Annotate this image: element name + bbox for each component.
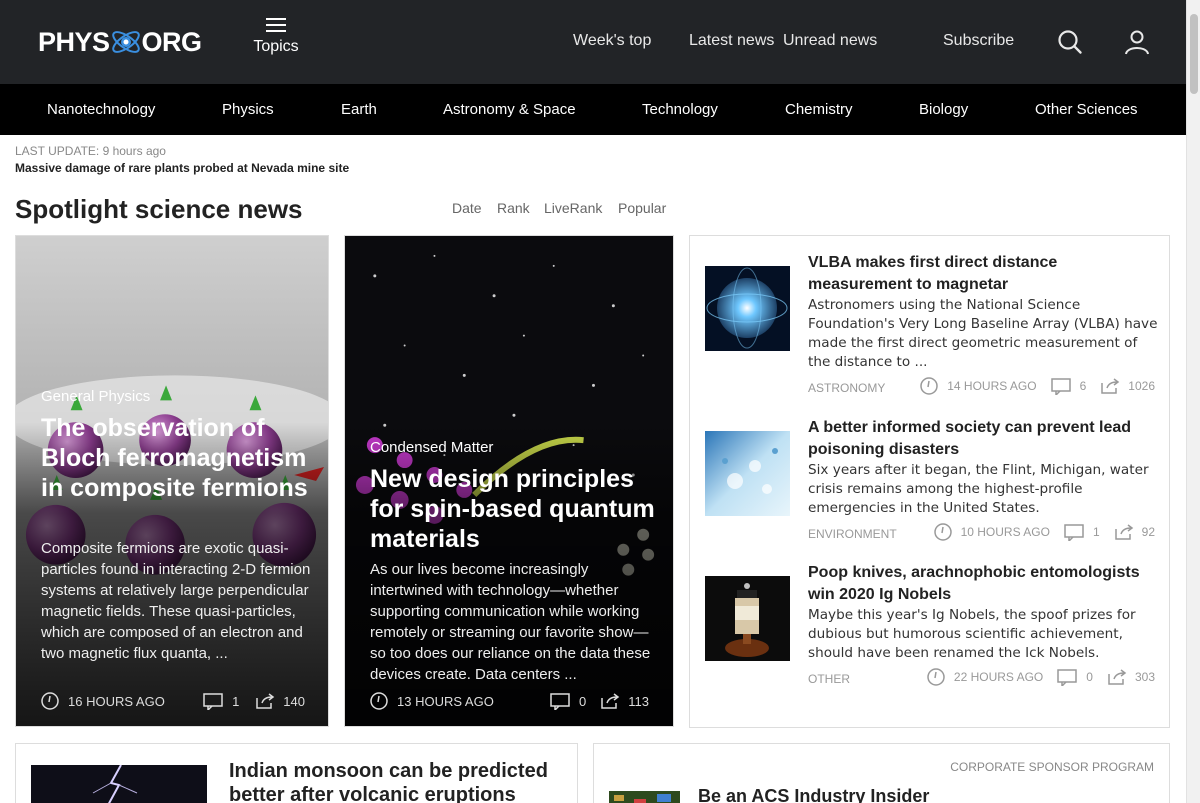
sponsor-label: CORPORATE SPONSOR PROGRAM [950, 760, 1154, 774]
side-article-desc: Astronomers using the National Science F… [808, 297, 1158, 370]
category-nanotechnology[interactable]: Nanotechnology [47, 101, 155, 118]
top-header: PHYS ORG Topics Week's top Latest news U… [0, 0, 1186, 84]
hero-title[interactable]: New design principles for spin-based qua… [370, 464, 660, 554]
thumbnail-magnetar[interactable] [705, 266, 790, 351]
comments-icon[interactable] [1050, 377, 1073, 395]
side-article-time: 14 HOURS AGO [947, 379, 1037, 393]
logo-text-right: ORG [141, 26, 203, 57]
hero-comments-count: 1 [232, 693, 240, 709]
user-icon[interactable] [1123, 28, 1151, 56]
last-update-label: LAST UPDATE: 9 hours ago [15, 144, 166, 158]
category-other-sciences[interactable]: Other Sciences [1035, 101, 1138, 118]
category-technology[interactable]: Technology [642, 101, 718, 118]
share-icon[interactable] [255, 692, 275, 710]
last-update-headline[interactable]: Massive damage of rare plants probed at … [15, 161, 349, 175]
section-title: Spotlight science news [15, 194, 303, 224]
share-icon[interactable] [1107, 668, 1127, 686]
sort-tab-liverank[interactable]: LiveRank [544, 200, 602, 216]
side-article-category[interactable]: ASTRONOMY [808, 381, 885, 395]
list-item[interactable]: A better informed society can prevent le… [705, 417, 1155, 567]
side-article-category[interactable]: ENVIRONMENT [808, 527, 897, 541]
nav-subscribe[interactable]: Subscribe [943, 32, 1014, 50]
logo-text-left: PHYS [38, 26, 110, 57]
nav-latest-news[interactable]: Latest news [689, 32, 774, 50]
scrollbar-thumb[interactable] [1190, 14, 1198, 94]
list-item[interactable]: Poop knives, arachnophobic entomologists… [705, 562, 1155, 712]
comments-icon[interactable] [1064, 523, 1086, 541]
site-logo[interactable]: PHYS ORG [38, 22, 202, 62]
sponsor-card[interactable]: CORPORATE SPONSOR PROGRAM Be an ACS Indu… [593, 743, 1170, 803]
side-article-comments: 6 [1079, 379, 1087, 393]
nav-unread-news[interactable]: Unread news [783, 32, 877, 50]
side-article-shares: 92 [1141, 525, 1155, 539]
hero-shares-count: 113 [628, 693, 649, 709]
side-news-list: VLBA makes first direct distance measure… [689, 235, 1170, 728]
side-article-time: 10 HOURS AGO [960, 525, 1050, 539]
category-chemistry[interactable]: Chemistry [785, 101, 853, 118]
sort-tab-rank[interactable]: Rank [497, 200, 530, 216]
side-article-shares: 303 [1134, 670, 1155, 684]
hero-shares-count: 140 [283, 693, 305, 709]
page-scrollbar[interactable] [1186, 0, 1200, 803]
sort-tab-popular[interactable]: Popular [618, 200, 666, 216]
comments-icon[interactable] [203, 692, 225, 710]
side-article-title[interactable]: Poop knives, arachnophobic entomologists… [808, 562, 1158, 606]
side-article-title[interactable]: VLBA makes first direct distance measure… [808, 252, 1158, 296]
topics-label: Topics [253, 38, 299, 55]
side-article-desc: Maybe this year's Ig Nobels, the spoof p… [808, 607, 1136, 661]
hero-category[interactable]: General Physics [41, 388, 150, 405]
hero-meta: 13 HOURS AGO 0 113 [370, 692, 649, 710]
category-biology[interactable]: Biology [919, 101, 968, 118]
hero-time: 13 HOURS AGO [397, 693, 494, 709]
nav-weeks-top[interactable]: Week's top [573, 32, 651, 50]
category-bar: Nanotechnology Physics Earth Astronomy &… [0, 84, 1186, 135]
side-article-desc: Six years after it began, the Flint, Mic… [808, 462, 1149, 516]
side-article-category[interactable]: OTHER [808, 672, 850, 686]
thumbnail-water-splash[interactable] [705, 431, 790, 516]
article-card-monsoon[interactable]: Indian monsoon can be predicted better a… [15, 743, 578, 803]
clock-icon [370, 692, 388, 710]
hero-article-card[interactable]: Condensed Matter New design principles f… [344, 235, 674, 727]
category-astronomy-space[interactable]: Astronomy & Space [443, 101, 576, 118]
atom-logo-icon [111, 31, 140, 53]
clock-icon [41, 692, 59, 710]
topics-menu-button[interactable]: Topics [252, 18, 300, 56]
category-physics[interactable]: Physics [222, 101, 274, 118]
hero-comments-count: 0 [579, 693, 587, 709]
side-article-title[interactable]: A better informed society can prevent le… [808, 417, 1158, 461]
hamburger-icon [266, 18, 286, 32]
hero-time: 16 HOURS AGO [68, 693, 165, 709]
side-article-shares: 1026 [1128, 379, 1155, 393]
share-icon[interactable] [1100, 377, 1120, 395]
share-icon[interactable] [1114, 523, 1134, 541]
comments-icon[interactable] [1057, 668, 1079, 686]
sort-tab-date[interactable]: Date [452, 200, 482, 216]
list-item[interactable]: VLBA makes first direct distance measure… [705, 252, 1158, 402]
share-icon[interactable] [600, 692, 620, 710]
hero-description: As our lives become increasingly intertw… [370, 561, 651, 683]
clock-icon [920, 377, 938, 395]
side-article-comments: 1 [1092, 525, 1100, 539]
hero-title[interactable]: The observation of Bloch ferromagnetism … [41, 413, 311, 503]
side-article-comments: 0 [1086, 670, 1093, 684]
search-icon[interactable] [1056, 28, 1084, 56]
side-article-time: 22 HOURS AGO [953, 670, 1044, 684]
thumbnail-lightning[interactable] [31, 765, 207, 803]
hero-meta: 16 HOURS AGO 1 140 [41, 692, 305, 710]
thumbnail-ig-nobel-trophy[interactable] [705, 576, 790, 661]
hero-article-card[interactable]: General Physics The observation of Bloch… [15, 235, 329, 727]
comments-icon[interactable] [550, 692, 572, 710]
hero-category[interactable]: Condensed Matter [370, 439, 493, 456]
thumbnail-circuit-board[interactable] [609, 791, 680, 803]
hero-description: Composite fermions are exotic quasi-part… [41, 540, 311, 662]
sponsor-title[interactable]: Be an ACS Industry Insider [698, 784, 929, 803]
category-earth[interactable]: Earth [341, 101, 377, 118]
article-title[interactable]: Indian monsoon can be predicted better a… [229, 759, 559, 803]
clock-icon [933, 523, 952, 541]
clock-icon [927, 668, 945, 686]
